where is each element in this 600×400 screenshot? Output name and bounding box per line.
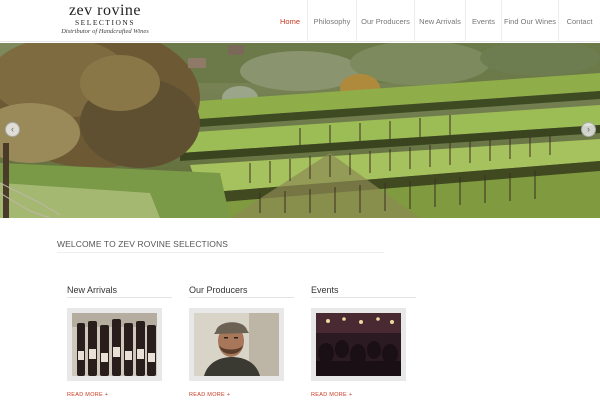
nav-item-new-arrivals[interactable]: New Arrivals	[414, 0, 465, 42]
nav-item-contact[interactable]: Contact	[558, 0, 600, 42]
new-arrivals-thumbnail[interactable]	[67, 308, 162, 381]
chevron-left-icon: ‹	[11, 124, 14, 134]
producer-portrait-image	[194, 313, 279, 376]
logo-wordmark: zev rovine	[68, 2, 142, 19]
hero-slider: ‹ ›	[0, 43, 600, 218]
column-new-arrivals: New Arrivals READ MORE +	[67, 284, 172, 398]
vineyard-terraces-image	[0, 43, 600, 218]
welcome-divider	[57, 252, 384, 253]
wine-bottles-image	[72, 313, 157, 376]
column-divider	[67, 297, 172, 298]
site-logo[interactable]: zev rovine SELECTIONS Distributor of Han…	[55, 3, 155, 37]
nav-item-our-producers[interactable]: Our Producers	[356, 0, 414, 42]
events-thumbnail[interactable]	[311, 308, 406, 381]
column-our-producers: Our Producers READ MORE +	[189, 284, 294, 398]
main-nav: Home Philosophy Our Producers New Arriva…	[273, 0, 600, 42]
nav-item-home[interactable]: Home	[273, 0, 307, 42]
chevron-right-icon: ›	[587, 124, 590, 134]
logo-tagline: Distributor of Handcrafted Wines	[61, 28, 149, 35]
column-divider	[189, 297, 294, 298]
column-title[interactable]: Events	[311, 284, 416, 296]
read-more-link[interactable]: READ MORE +	[189, 392, 230, 398]
read-more-link[interactable]: READ MORE +	[67, 392, 108, 398]
column-title[interactable]: Our Producers	[189, 284, 294, 296]
welcome-heading: WELCOME TO ZEV ROVINE SELECTIONS	[57, 239, 229, 249]
column-events: Events READ MORE +	[311, 284, 416, 398]
nav-item-philosophy[interactable]: Philosophy	[307, 0, 356, 42]
site-header: zev rovine SELECTIONS Distributor of Han…	[0, 0, 600, 42]
column-divider	[311, 297, 416, 298]
slider-prev-button[interactable]: ‹	[5, 122, 20, 137]
read-more-link[interactable]: READ MORE +	[311, 392, 352, 398]
logo-subtitle: SELECTIONS	[75, 18, 135, 27]
our-producers-thumbnail[interactable]	[189, 308, 284, 381]
nav-item-find-our-wines[interactable]: Find Our Wines	[501, 0, 558, 42]
column-title[interactable]: New Arrivals	[67, 284, 172, 296]
slider-next-button[interactable]: ›	[581, 122, 596, 137]
event-crowd-image	[316, 313, 401, 376]
nav-item-events[interactable]: Events	[465, 0, 501, 42]
